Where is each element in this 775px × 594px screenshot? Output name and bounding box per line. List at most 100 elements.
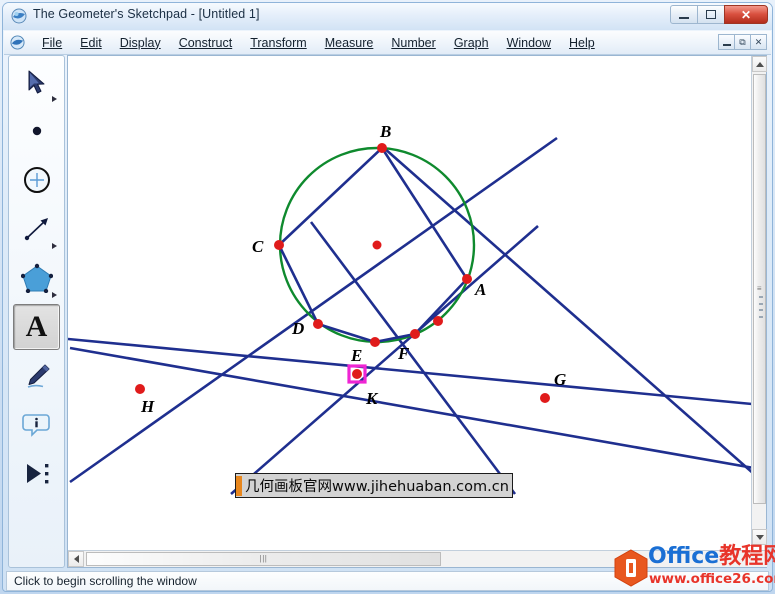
scroll-up-icon bbox=[755, 61, 764, 67]
label-F[interactable]: F bbox=[397, 344, 410, 363]
chevron-right-icon[interactable] bbox=[52, 96, 57, 102]
window-controls: ✕ bbox=[670, 5, 768, 24]
label-K[interactable]: K bbox=[365, 389, 379, 408]
segment-icon bbox=[24, 218, 48, 241]
point-center[interactable] bbox=[372, 240, 382, 250]
label-C[interactable]: C bbox=[252, 237, 264, 256]
menu-window[interactable]: Window bbox=[498, 34, 560, 52]
tool-polygon[interactable] bbox=[13, 255, 60, 301]
menu-edit[interactable]: Edit bbox=[71, 34, 111, 52]
mdi-close-button[interactable]: ✕ bbox=[750, 34, 767, 50]
text-caret-icon bbox=[236, 475, 242, 496]
sketchpad-document-icon[interactable] bbox=[10, 35, 25, 50]
chord-DE bbox=[317, 322, 376, 344]
close-button[interactable]: ✕ bbox=[724, 5, 768, 24]
restore-button[interactable] bbox=[697, 5, 725, 24]
point-G[interactable] bbox=[540, 393, 550, 403]
menu-help-label: Help bbox=[569, 35, 595, 50]
menu-number[interactable]: Number bbox=[382, 34, 444, 52]
sketch-window: A B C D E F G H K 几何画板官网www.jihehuaban.c… bbox=[67, 55, 767, 568]
tool-text[interactable]: A bbox=[13, 304, 60, 350]
window-title: The Geometer's Sketchpad - [Untitled 1] bbox=[33, 7, 260, 21]
info-icon bbox=[21, 414, 50, 437]
mdi-restore-button[interactable]: ⧉ bbox=[734, 34, 751, 50]
vertical-scroll-thumb[interactable]: ≡ bbox=[753, 74, 766, 504]
window-frame: The Geometer's Sketchpad - [Untitled 1] … bbox=[2, 2, 773, 592]
pane-splitter-grip[interactable] bbox=[759, 296, 764, 318]
tool-custom[interactable] bbox=[13, 451, 60, 497]
point-A[interactable] bbox=[462, 274, 472, 284]
label-E[interactable]: E bbox=[350, 346, 362, 365]
canvas-text-value: 几何画板官网www.jihehuaban.com.cn bbox=[245, 479, 509, 495]
menu-graph[interactable]: Graph bbox=[445, 34, 498, 52]
tool-straightedge[interactable] bbox=[13, 206, 60, 252]
label-A[interactable]: A bbox=[474, 280, 486, 299]
menu-construct-label: Construct bbox=[178, 35, 233, 50]
application-window: The Geometer's Sketchpad - [Untitled 1] … bbox=[0, 0, 775, 594]
menu-measure-label: Measure bbox=[324, 35, 374, 50]
line-3b bbox=[70, 344, 752, 456]
scroll-left-icon bbox=[73, 555, 79, 563]
menu-help[interactable]: Help bbox=[560, 34, 604, 52]
label-H[interactable]: H bbox=[140, 397, 155, 416]
point-E[interactable] bbox=[370, 337, 380, 347]
label-D[interactable]: D bbox=[291, 319, 304, 338]
menu-measure[interactable]: Measure bbox=[316, 34, 383, 52]
scroll-down-icon bbox=[755, 534, 764, 540]
line-3d bbox=[168, 302, 752, 386]
status-message: Click to begin scrolling the window bbox=[14, 574, 197, 588]
point-B[interactable] bbox=[377, 143, 387, 153]
label-G[interactable]: G bbox=[554, 370, 567, 389]
geometry-figure: A B C D E F G H K bbox=[68, 122, 752, 495]
sketch-canvas[interactable]: A B C D E F G H K 几何画板官网www.jihehuaban.c… bbox=[68, 56, 752, 544]
menu-window-label: Window bbox=[506, 35, 552, 50]
tool-information[interactable] bbox=[13, 402, 60, 448]
scroll-up-button[interactable] bbox=[752, 56, 767, 72]
minimize-button[interactable] bbox=[670, 5, 698, 24]
tool-point[interactable] bbox=[13, 108, 60, 154]
status-bar: Click to begin scrolling the window bbox=[6, 571, 769, 591]
point-H[interactable] bbox=[135, 384, 145, 394]
mdi-minimize-button[interactable] bbox=[718, 34, 735, 50]
pen-icon bbox=[27, 364, 49, 388]
menu-graph-label: Graph bbox=[453, 35, 489, 50]
chord-FA bbox=[414, 278, 468, 335]
horizontal-grip-icon: ||| bbox=[259, 554, 268, 563]
menu-file-label: File bbox=[42, 35, 63, 50]
menu-transform-label: Transform bbox=[250, 35, 307, 50]
line-6 bbox=[68, 337, 752, 406]
tool-compass[interactable] bbox=[13, 157, 60, 203]
line-3 bbox=[69, 346, 752, 469]
line-4 bbox=[309, 221, 517, 495]
menu-transform[interactable]: Transform bbox=[241, 34, 316, 52]
letter-a-icon: A bbox=[25, 310, 48, 343]
play-dots-icon bbox=[26, 464, 48, 484]
menu-display-label: Display bbox=[119, 35, 161, 50]
menu-construct[interactable]: Construct bbox=[170, 34, 242, 52]
scroll-left-button[interactable] bbox=[68, 551, 84, 567]
sketchpad-app-icon bbox=[11, 8, 27, 24]
chord-BC bbox=[278, 147, 383, 246]
menu-bar: File Edit Display Construct Transform Me… bbox=[4, 31, 771, 55]
menu-display[interactable]: Display bbox=[111, 34, 170, 52]
point-F[interactable] bbox=[410, 329, 420, 339]
label-B[interactable]: B bbox=[379, 122, 391, 141]
chevron-right-icon[interactable] bbox=[52, 243, 57, 249]
chord-CD bbox=[277, 244, 320, 325]
workspace: A A B C D E F G H K 几何画板官网www.jihehuaban… bbox=[4, 55, 771, 570]
line-1 bbox=[69, 136, 558, 484]
menu-file[interactable]: File bbox=[33, 34, 71, 52]
horizontal-scroll-thumb[interactable]: ||| bbox=[86, 552, 441, 566]
chevron-right-icon[interactable] bbox=[52, 292, 57, 298]
tool-arrow-select[interactable] bbox=[13, 59, 60, 105]
menu-number-label: Number bbox=[391, 35, 436, 50]
canvas-text-object[interactable]: 几何画板官网www.jihehuaban.com.cn bbox=[235, 473, 513, 498]
mdi-window-controls: ⧉ ✕ bbox=[718, 34, 767, 50]
horizontal-scrollbar[interactable]: ||| bbox=[68, 550, 767, 567]
point-extra[interactable] bbox=[433, 316, 443, 326]
scroll-down-button[interactable] bbox=[752, 529, 767, 545]
vertical-grip-icon: ≡ bbox=[756, 284, 763, 293]
point-C[interactable] bbox=[274, 240, 284, 250]
tool-marker[interactable] bbox=[13, 353, 60, 399]
point-D[interactable] bbox=[313, 319, 323, 329]
